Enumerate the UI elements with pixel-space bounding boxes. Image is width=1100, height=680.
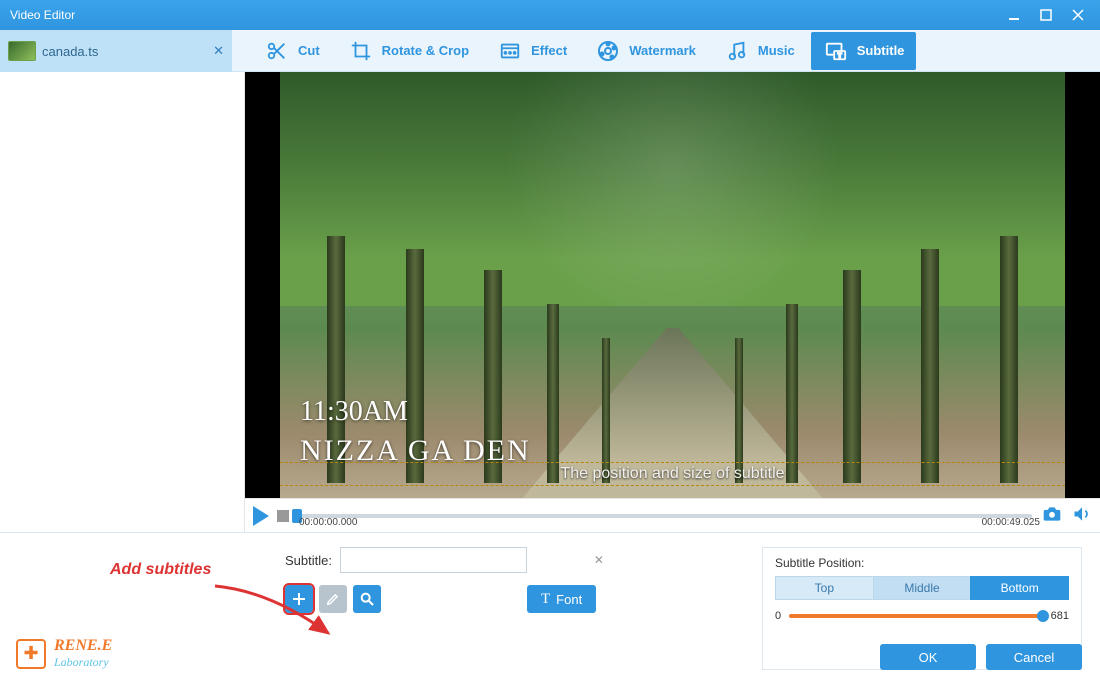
crop-icon [348,38,374,64]
subtitle-guide: The position and size of subtitle [280,462,1065,486]
slider-max: 681 [1051,610,1069,622]
search-subtitle-button[interactable] [353,585,381,613]
maximize-button[interactable] [1030,5,1062,25]
effect-icon [497,38,523,64]
time-duration: 00:00:49.025 [982,517,1040,528]
tab-watermark[interactable]: Watermark [583,32,708,70]
close-button[interactable] [1062,5,1094,25]
brand-line1: RENE.E [54,637,112,655]
brand-line2: Laboratory [54,655,112,670]
tab-rotate-crop[interactable]: Rotate & Crop [336,32,481,70]
close-file-button[interactable]: ✕ [213,43,224,59]
preview-area: 11:30AM NIZZA GA DEN The position and si… [245,72,1100,532]
scissors-icon [264,38,290,64]
subtitle-label: Subtitle: [285,553,332,568]
tab-subtitle[interactable]: T Subtitle [811,32,917,70]
position-bottom[interactable]: Bottom [970,576,1069,600]
file-thumbnail [8,41,36,61]
position-slider[interactable] [789,614,1043,618]
ok-button[interactable]: OK [880,644,976,670]
position-middle[interactable]: Middle [874,576,971,600]
toolbar: canada.ts ✕ Cut Rotate & Crop Effect Wat… [0,30,1100,72]
titlebar: Video Editor [0,0,1100,30]
brand-zone: Add subtitles ✚ RENE.E Laboratory [0,533,235,680]
file-name: canada.ts [42,44,98,59]
position-label: Subtitle Position: [775,556,1069,570]
file-tab[interactable]: canada.ts ✕ [0,30,232,72]
annotation-text: Add subtitles [110,561,211,579]
music-icon [724,38,750,64]
brand-logo: ✚ RENE.E Laboratory [16,637,112,670]
tab-effect[interactable]: Effect [485,32,579,70]
annotation-arrow [210,581,340,651]
time-current: 00:00:00.000 [299,517,357,528]
brand-icon: ✚ [16,639,46,669]
snapshot-button[interactable] [1040,504,1064,527]
slider-min: 0 [775,610,781,622]
tabstrip: Cut Rotate & Crop Effect Watermark Music… [232,30,1100,71]
position-top[interactable]: Top [775,576,874,600]
tab-music[interactable]: Music [712,32,807,70]
font-t-icon: T [541,591,550,608]
timeline-slider[interactable] [297,510,1032,522]
volume-button[interactable] [1072,504,1092,527]
footer-buttons: OK Cancel [880,644,1082,670]
position-segment: Top Middle Bottom [775,576,1069,600]
tab-cut[interactable]: Cut [252,32,332,70]
minimize-button[interactable] [998,5,1030,25]
subtitle-input[interactable] [340,547,527,573]
clear-subtitle-button[interactable]: ✕ [594,553,604,567]
window-title: Video Editor [10,8,75,22]
stop-button[interactable] [277,510,289,522]
svg-text:T: T [837,52,841,59]
play-button[interactable] [253,506,269,526]
left-pane [0,72,245,532]
subtitle-icon: T [823,38,849,64]
watermark-icon [595,38,621,64]
overlay-time-text: 11:30AM [300,396,408,428]
cancel-button[interactable]: Cancel [986,644,1082,670]
main-area: 11:30AM NIZZA GA DEN The position and si… [0,72,1100,532]
slider-knob[interactable] [1037,610,1049,622]
transport-bar: 00:00:00.000 00:00:49.025 [245,498,1100,532]
font-button[interactable]: T Font [527,585,596,613]
video-canvas: 11:30AM NIZZA GA DEN The position and si… [245,72,1100,498]
video-frame: 11:30AM NIZZA GA DEN The position and si… [280,72,1065,498]
bottom-panel: Add subtitles ✚ RENE.E Laboratory Subtit… [0,532,1100,680]
